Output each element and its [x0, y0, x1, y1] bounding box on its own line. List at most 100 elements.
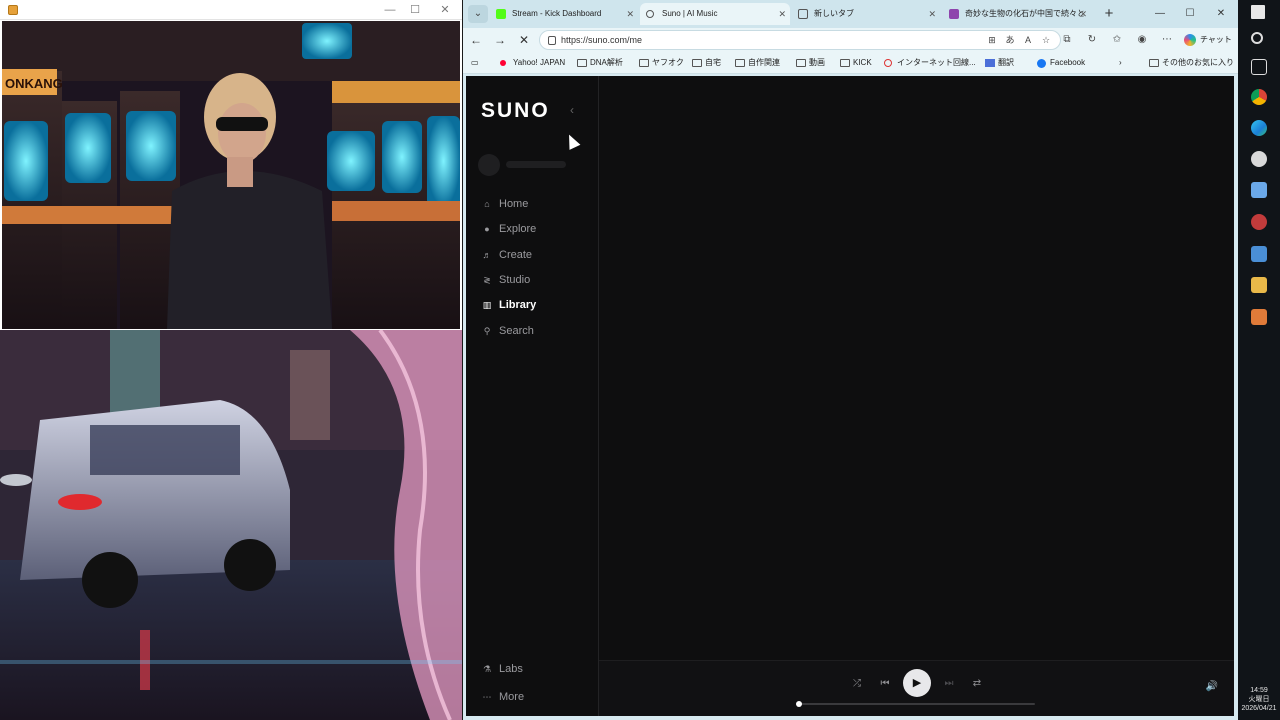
task-view-icon[interactable] [1251, 59, 1267, 75]
close-tab-icon[interactable]: ✕ [1079, 3, 1087, 25]
edge-icon[interactable] [1251, 120, 1267, 136]
clock[interactable]: 14:59 火曜日 2026/04/21 [1238, 686, 1280, 713]
translate-icon[interactable]: あ [1004, 34, 1016, 46]
clock-date: 2026/04/21 [1241, 705, 1277, 712]
refresh-extension-icon[interactable]: ↻ [1084, 32, 1100, 48]
profile-icon[interactable]: ◉ [1134, 32, 1150, 48]
close-icon[interactable]: ✕ [1210, 5, 1232, 23]
avatar[interactable] [478, 154, 500, 176]
translate-bookmark-icon [985, 59, 995, 67]
folder-icon [796, 59, 806, 67]
close-icon[interactable]: ✕ [433, 2, 457, 18]
progress-handle[interactable] [796, 701, 802, 707]
bookmarks-overflow-icon[interactable]: › [1119, 52, 1122, 74]
back-icon[interactable]: ← [466, 31, 486, 49]
facebook-icon [1037, 59, 1046, 68]
other-bookmarks[interactable]: その他のお気に入り [1149, 52, 1234, 74]
lock-icon [548, 36, 556, 45]
sidebar-item-search[interactable]: ⚲ Search [482, 322, 534, 340]
shuffle-icon[interactable]: ⤮ [849, 676, 865, 692]
suno-logo[interactable]: SUNO [481, 99, 550, 123]
sidebar-item-create[interactable]: ♬ Create [482, 246, 533, 264]
bookmark-home[interactable]: 自宅 [692, 52, 721, 74]
bookmark-video[interactable]: 動画 [796, 52, 825, 74]
repeat-icon[interactable]: ⇄ [969, 676, 985, 692]
main-content [599, 76, 1234, 660]
close-tab-icon[interactable]: ✕ [626, 3, 634, 25]
viewer-titlebar[interactable]: — ☐ ✕ [0, 0, 462, 20]
taskbar: 14:59 火曜日 2026/04/21 [1238, 0, 1280, 720]
suno-page: SUNO ‹ ⌂ Home ● Explore ♬ Create ≷ Studi… [466, 76, 1234, 716]
sidebar-item-library[interactable]: ▥ Library [482, 296, 537, 314]
close-tab-icon[interactable]: ✕ [778, 3, 786, 25]
copilot-label: チャット [1200, 35, 1232, 44]
sidebar-item-label: Library [499, 299, 537, 311]
studio-icon: ≷ [483, 275, 491, 285]
reading-mode-icon[interactable]: ▭ [471, 52, 479, 74]
forward-icon[interactable]: → [490, 31, 510, 49]
favorite-star-icon[interactable]: ☆ [1040, 34, 1052, 46]
copilot-chat-button[interactable]: チャット [1184, 31, 1232, 49]
tab-kick[interactable]: Stream - Kick Dashboard ✕ [490, 3, 638, 25]
bookmark-translate[interactable]: 翻訳 [985, 52, 1014, 74]
progress-bar[interactable] [796, 701, 1035, 707]
previous-track-icon[interactable]: ⏮ [877, 676, 893, 692]
sidebar-item-labs[interactable]: ⚗ Labs [482, 660, 523, 678]
tab-actions-icon[interactable]: ⌄ [468, 5, 488, 23]
address-bar[interactable]: https://suno.com/me ⊞ あ A ☆ [539, 30, 1061, 50]
app-icon[interactable] [1251, 151, 1267, 167]
tab-news[interactable]: 奇妙な生物の化石が中国で続々と ✕ [943, 3, 1091, 25]
minimize-icon[interactable]: — [1149, 5, 1171, 23]
folder-icon [639, 59, 649, 67]
bookmark-dna[interactable]: DNA解析 [577, 52, 623, 74]
extension-icon[interactable]: ⧉ [1059, 32, 1075, 48]
bookmark-yafuoku[interactable]: ヤフオク [639, 52, 684, 74]
sidebar-item-label: Search [499, 325, 534, 337]
sidebar-item-home[interactable]: ⌂ Home [482, 195, 528, 213]
read-aloud-icon[interactable]: A [1022, 34, 1034, 46]
close-tab-icon[interactable]: ✕ [928, 3, 936, 25]
bookmark-kick[interactable]: KICK [840, 52, 872, 74]
navigation-bar: ← → ✕ https://suno.com/me ⊞ あ A ☆ ⧉ ↻ ✩ … [463, 28, 1238, 52]
collapse-sidebar-icon[interactable]: ‹ [570, 103, 574, 117]
tab-newtab[interactable]: 新しいタブ ✕ [792, 3, 940, 25]
maximize-icon[interactable]: ☐ [1179, 5, 1201, 23]
bookmark-yahoo[interactable]: Yahoo! JAPAN [500, 52, 565, 74]
folder-icon [840, 59, 850, 67]
bookmark-jisaku[interactable]: 自作関連 [735, 52, 780, 74]
start-icon[interactable] [1251, 5, 1265, 19]
kick-icon [496, 9, 506, 19]
settings-more-icon[interactable]: ⋯ [1159, 32, 1175, 48]
volume-icon[interactable]: 🔊 [1205, 680, 1219, 694]
folder-icon[interactable] [1251, 277, 1267, 293]
media-icon[interactable] [1251, 309, 1267, 325]
bookmark-internet[interactable]: インターネット回線... [884, 52, 976, 74]
sidebar-item-more[interactable]: ⋯ More [482, 688, 525, 706]
address-text[interactable]: https://suno.com/me [561, 31, 642, 49]
tab-suno[interactable]: Suno | AI Music ✕ [640, 3, 790, 25]
next-track-icon[interactable]: ⏭ [941, 676, 957, 692]
bookmark-label: KICK [853, 58, 872, 67]
folder-icon [692, 59, 702, 67]
copilot-icon [1184, 34, 1196, 46]
search-icon[interactable] [1251, 32, 1263, 44]
bookmark-facebook[interactable]: Facebook [1037, 52, 1085, 74]
player-bar: ⤮ ⏮ ▶ ⏭ ⇄ 🔊 [599, 660, 1234, 716]
maximize-icon[interactable]: ☐ [403, 2, 427, 18]
recorder-icon[interactable] [1251, 214, 1267, 230]
favorites-icon[interactable]: ✩ [1109, 32, 1125, 48]
minimize-icon[interactable]: — [378, 2, 402, 18]
sidebar-item-studio[interactable]: ≷ Studio [482, 271, 530, 289]
app-available-icon[interactable]: ⊞ [986, 34, 998, 46]
stop-loading-icon[interactable]: ✕ [514, 31, 534, 49]
new-tab-button[interactable]: + [1099, 4, 1119, 24]
sidebar-item-explore[interactable]: ● Explore [482, 220, 536, 238]
bookmark-label: 動画 [809, 58, 825, 67]
tab-label: Stream - Kick Dashboard [512, 9, 602, 18]
play-button[interactable]: ▶ [903, 669, 931, 697]
bookmark-label: 自作関連 [748, 58, 780, 67]
files-icon[interactable] [1251, 182, 1267, 198]
yahoo-icon [500, 60, 506, 66]
app2-icon[interactable] [1251, 246, 1267, 262]
chrome-icon[interactable] [1251, 89, 1267, 105]
